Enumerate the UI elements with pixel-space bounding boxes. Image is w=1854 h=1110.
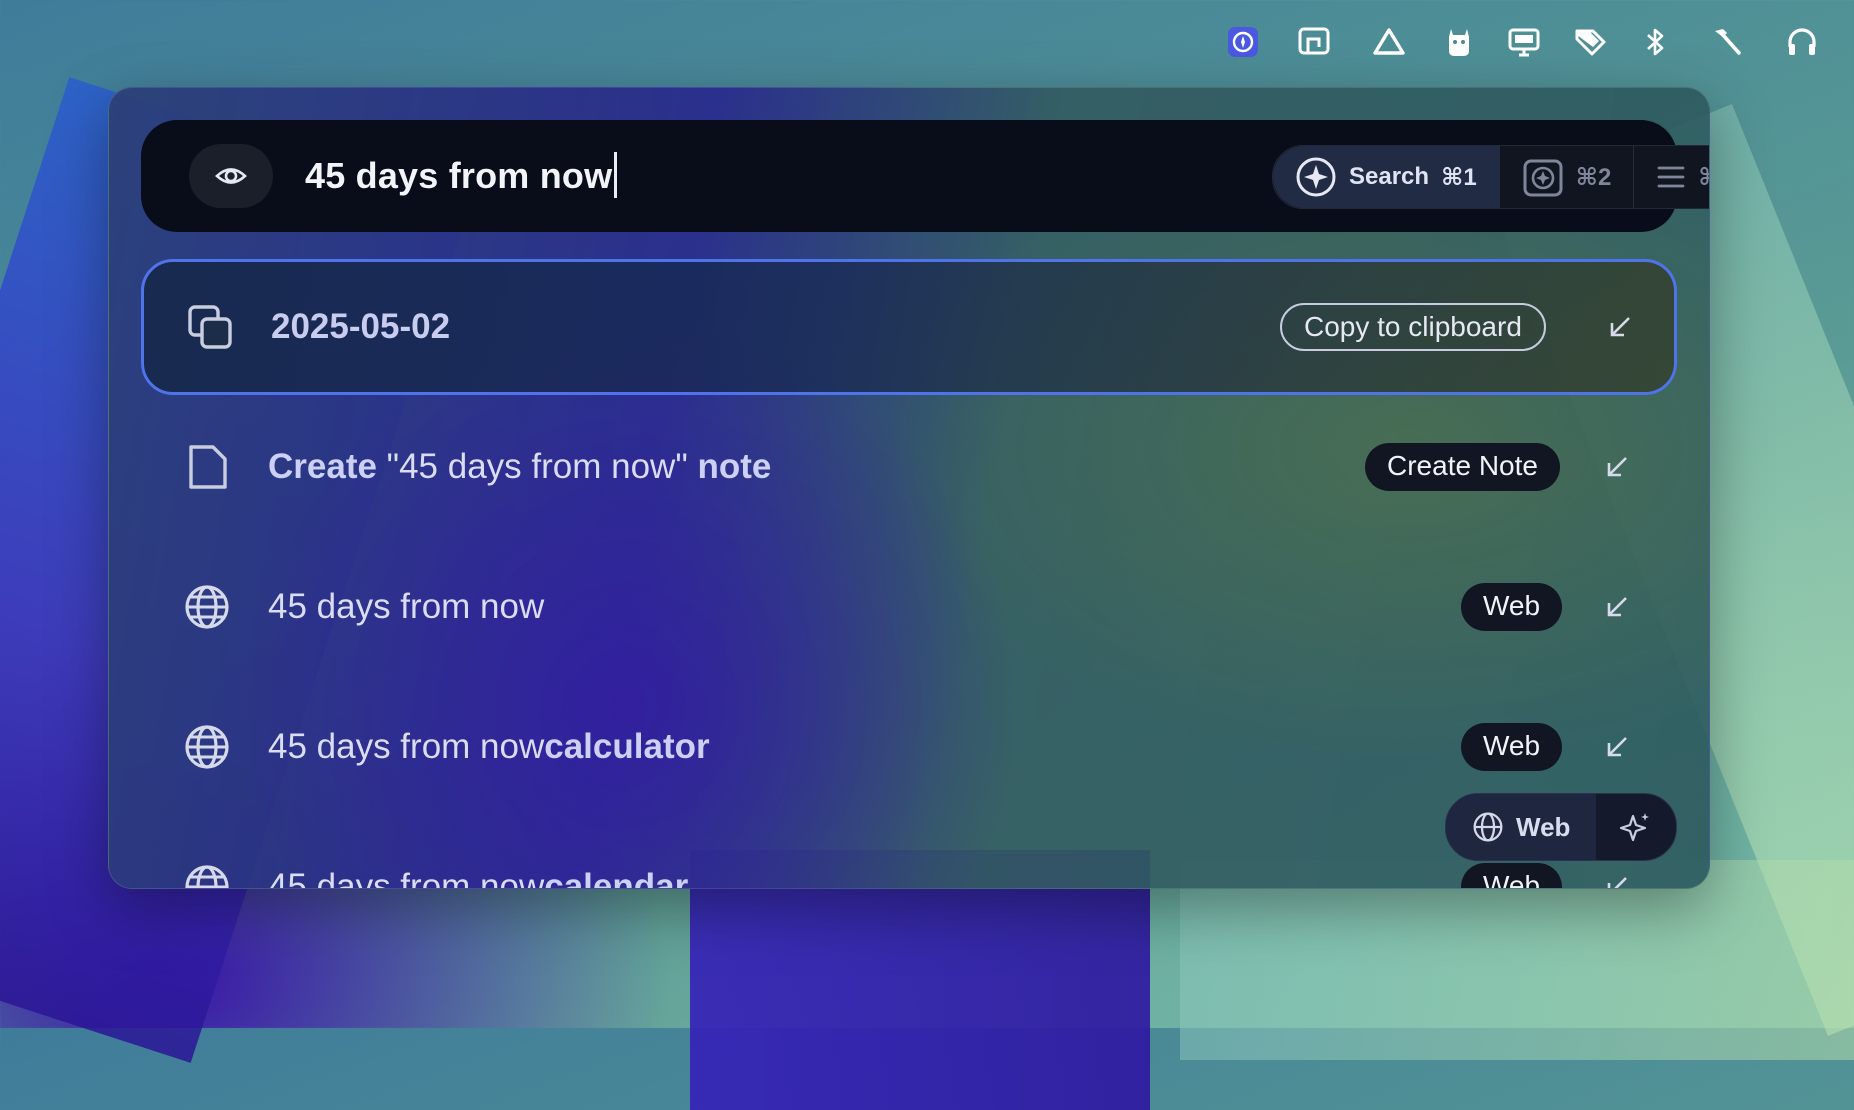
result-title: Create "45 days from now" note <box>268 447 772 486</box>
mode-screenshot-button[interactable]: ⌘2 <box>1500 146 1634 208</box>
result-title: 2025-05-02 <box>271 307 451 346</box>
headphones-icon[interactable] <box>1782 22 1822 62</box>
result-title: 45 days from nowcalendar <box>268 867 689 889</box>
web-mode-button[interactable]: Web <box>1446 794 1597 860</box>
copy-icon <box>186 303 234 351</box>
arrow-down-left-icon <box>1607 597 1627 617</box>
search-bar: 45 days from now Search ⌘1 ⌘2 <box>141 120 1709 232</box>
text-caret <box>614 152 618 199</box>
sparkle-compass-icon <box>1296 157 1336 197</box>
globe-icon <box>183 583 231 631</box>
create-note-button[interactable]: Create Note <box>1365 443 1560 491</box>
search-input[interactable]: 45 days from now <box>305 120 618 232</box>
web-button[interactable]: Web <box>1461 863 1563 888</box>
alpaca-icon[interactable] <box>1439 22 1479 62</box>
result-web-search[interactable]: 45 days from nowcalculator Web <box>141 679 1677 815</box>
wallpaper-ribbon <box>1180 860 1854 1060</box>
display-icon[interactable] <box>1504 22 1544 62</box>
mode-shortcut: ⌘1 <box>1441 163 1477 191</box>
tag-icon[interactable] <box>1570 22 1610 62</box>
mode-actions-button[interactable]: ⌘K <box>1634 146 1709 208</box>
copy-to-clipboard-button[interactable]: Copy to clipboard <box>1280 303 1546 351</box>
mode-shortcut: ⌘2 <box>1575 163 1612 191</box>
launcher-icon[interactable] <box>1223 22 1263 62</box>
eye-icon <box>215 168 247 184</box>
arrow-down-left-icon <box>1607 737 1627 757</box>
launcher-panel: 45 days from now Search ⌘1 ⌘2 2025-05-02… <box>108 87 1710 889</box>
web-button[interactable]: Web <box>1461 583 1563 631</box>
mode-switcher: Search ⌘1 ⌘2 ⌘K <box>1272 145 1709 209</box>
ai-mode-button[interactable] <box>1596 794 1676 860</box>
arrow-down-left-icon <box>1607 457 1627 477</box>
bluetooth-icon[interactable] <box>1635 22 1675 62</box>
web-ai-toggle: Web <box>1445 793 1677 861</box>
web-mode-label: Web <box>1516 811 1571 842</box>
mode-label: Search <box>1349 163 1430 190</box>
globe-icon <box>183 863 231 888</box>
wallpaper-ribbon <box>690 850 1150 1110</box>
menu-icon <box>1657 166 1685 188</box>
result-create-note[interactable]: Create "45 days from now" note Create No… <box>141 399 1677 535</box>
globe-icon <box>1473 812 1503 842</box>
presenter-icon[interactable] <box>1294 22 1334 62</box>
preview-toggle-button[interactable] <box>189 144 273 208</box>
screenshot-ai-icon <box>1523 159 1563 197</box>
result-copy-date[interactable]: 2025-05-02 Copy to clipboard <box>141 259 1677 395</box>
mode-shortcut: ⌘K <box>1698 163 1709 192</box>
sparkles-icon <box>1620 813 1650 842</box>
hammer-icon[interactable] <box>1706 22 1746 62</box>
triangle-icon[interactable] <box>1369 22 1409 62</box>
result-title: 45 days from now <box>268 587 545 626</box>
globe-icon <box>183 723 231 771</box>
arrow-down-left-icon <box>1607 877 1627 888</box>
result-title: 45 days from nowcalculator <box>268 727 710 766</box>
mode-search-button[interactable]: Search ⌘1 <box>1273 146 1499 208</box>
web-button[interactable]: Web <box>1461 723 1563 771</box>
result-web-search[interactable]: 45 days from now Web <box>141 539 1677 675</box>
arrow-down-left-icon <box>1610 317 1630 337</box>
note-icon <box>183 443 231 491</box>
